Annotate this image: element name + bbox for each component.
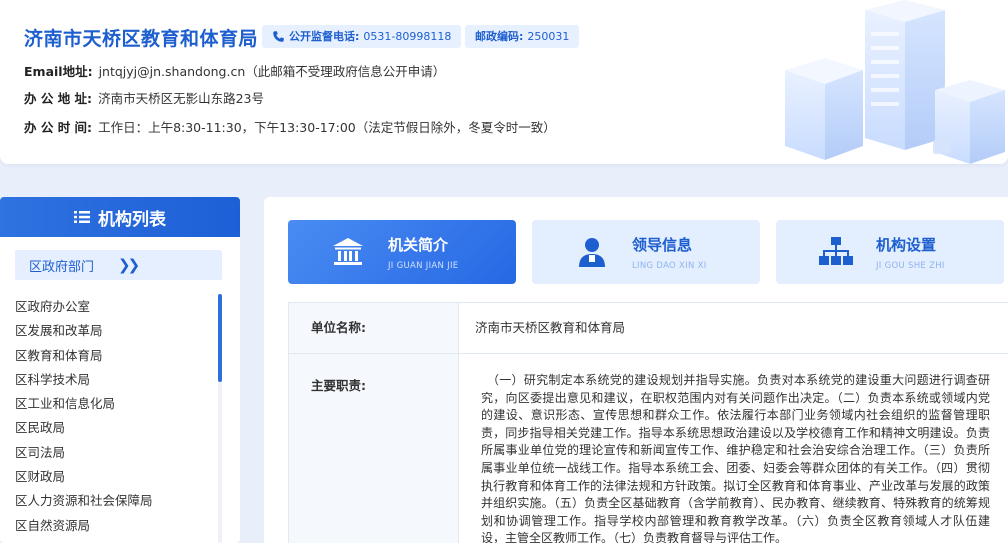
list-scrollbar-thumb[interactable] <box>218 294 222 382</box>
email-value: jntqjyj@jn.shandong.cn（此邮箱不受理政府信息公开申请） <box>98 64 446 79</box>
unit-name-value: 济南市天桥区教育和体育局 <box>475 320 626 335</box>
org-chart-icon <box>814 230 858 274</box>
main-duties-label: 主要职责: <box>289 354 459 543</box>
phone-icon <box>273 31 284 42</box>
department-item[interactable]: 区科学技术局 <box>15 368 215 392</box>
department-item[interactable]: 区教育和体育局 <box>15 344 215 368</box>
header: 济南市天桥区教育和体育局 公开监督电话: 0531-80998118 邮政编码:… <box>0 0 1008 164</box>
tab-org-title: 机构设置 <box>876 235 937 254</box>
office-hours-row: 办 公 时 间: 工作日：上午8:30-11:30，下午13:30-17:00（法… <box>24 117 556 136</box>
hours-label: 办 公 时 间: <box>24 120 93 135</box>
table-row-main-duties: 主要职责: （一）研究制定本系统党的建设规划并指导实施。负责对本系统党的建设重大… <box>289 354 1008 543</box>
sidebar-header: 机构列表 <box>0 197 240 237</box>
hours-value: 工作日：上午8:30-11:30，下午13:30-17:00（法定节假日除外，冬… <box>98 120 556 135</box>
tab-org-pinyin: JI GOU SHE ZHI <box>876 260 945 271</box>
email-row: Email地址: jntqjyj@jn.shandong.cn（此邮箱不受理政府信… <box>24 61 445 80</box>
address-value: 济南市天桥区无影山东路23号 <box>98 91 264 106</box>
department-item[interactable]: 区工业和信息化局 <box>15 392 215 416</box>
tab-leader-pinyin: LING DAO XIN XI <box>632 260 707 271</box>
double-chevron-right-icon: ❯❯ <box>118 256 140 274</box>
department-item[interactable]: 区发展和改革局 <box>15 319 215 343</box>
postal-label: 邮政编码: <box>475 30 524 43</box>
department-item[interactable]: 区政府办公室 <box>15 295 215 319</box>
org-list-sidebar: 机构列表 区政府部门 ❯❯ 区政府办公室 区发展和改革局 区教育和体育局 区科学… <box>0 197 240 543</box>
postal-value: 250031 <box>527 30 570 43</box>
main-duties-value: （一）研究制定本系统党的建设规划并指导实施。负责对本系统党的建设重大问题进行调查… <box>481 373 990 543</box>
address-label: 办 公 地 址: <box>24 91 93 106</box>
tab-intro-title: 机关简介 <box>388 235 449 254</box>
tab-org-structure[interactable]: 机构设置 JI GOU SHE ZHI <box>776 220 1004 284</box>
decorative-buildings-illustration <box>785 0 1005 164</box>
site-title: 济南市天桥区教育和体育局 <box>24 28 259 50</box>
department-item[interactable]: 区自然资源局 <box>15 514 215 538</box>
department-item[interactable]: 区民政局 <box>15 416 215 440</box>
user-icon <box>570 230 614 274</box>
agency-info-table: 单位名称: 济南市天桥区教育和体育局 主要职责: （一）研究制定本系统党的建设规… <box>288 302 1008 543</box>
list-icon <box>74 211 90 223</box>
table-row-unit-name: 单位名称: 济南市天桥区教育和体育局 <box>289 303 1008 354</box>
tab-agency-intro[interactable]: 机关简介 JI GUAN JIAN JIE <box>288 220 516 284</box>
sidebar-title: 机构列表 <box>98 209 166 230</box>
tab-leader-info[interactable]: 领导信息 LING DAO XIN XI <box>532 220 760 284</box>
tab-intro-pinyin: JI GUAN JIAN JIE <box>388 260 459 271</box>
phone-value: 0531-80998118 <box>363 30 452 43</box>
phone-label: 公开监督电话: <box>289 30 360 43</box>
department-list: 区政府办公室 区发展和改革局 区教育和体育局 区科学技术局 区工业和信息化局 区… <box>15 295 215 538</box>
address-row: 办 公 地 址: 济南市天桥区无影山东路23号 <box>24 88 264 107</box>
unit-name-label: 单位名称: <box>289 303 459 353</box>
department-item[interactable]: 区司法局 <box>15 441 215 465</box>
tab-leader-title: 领导信息 <box>632 235 693 254</box>
postal-code-badge: 邮政编码: 250031 <box>465 25 580 48</box>
category-tab-label: 区政府部门 <box>29 259 95 275</box>
government-building-icon <box>326 230 370 274</box>
category-tab-district-departments[interactable]: 区政府部门 ❯❯ <box>15 250 222 280</box>
department-item[interactable]: 区人力资源和社会保障局 <box>15 489 215 513</box>
email-label: Email地址: <box>24 64 93 79</box>
main-content-panel: 机关简介 JI GUAN JIAN JIE 领导信息 LING DAO XIN … <box>264 197 1008 543</box>
supervision-phone-badge: 公开监督电话: 0531-80998118 <box>262 25 462 48</box>
department-item[interactable]: 区财政局 <box>15 465 215 489</box>
